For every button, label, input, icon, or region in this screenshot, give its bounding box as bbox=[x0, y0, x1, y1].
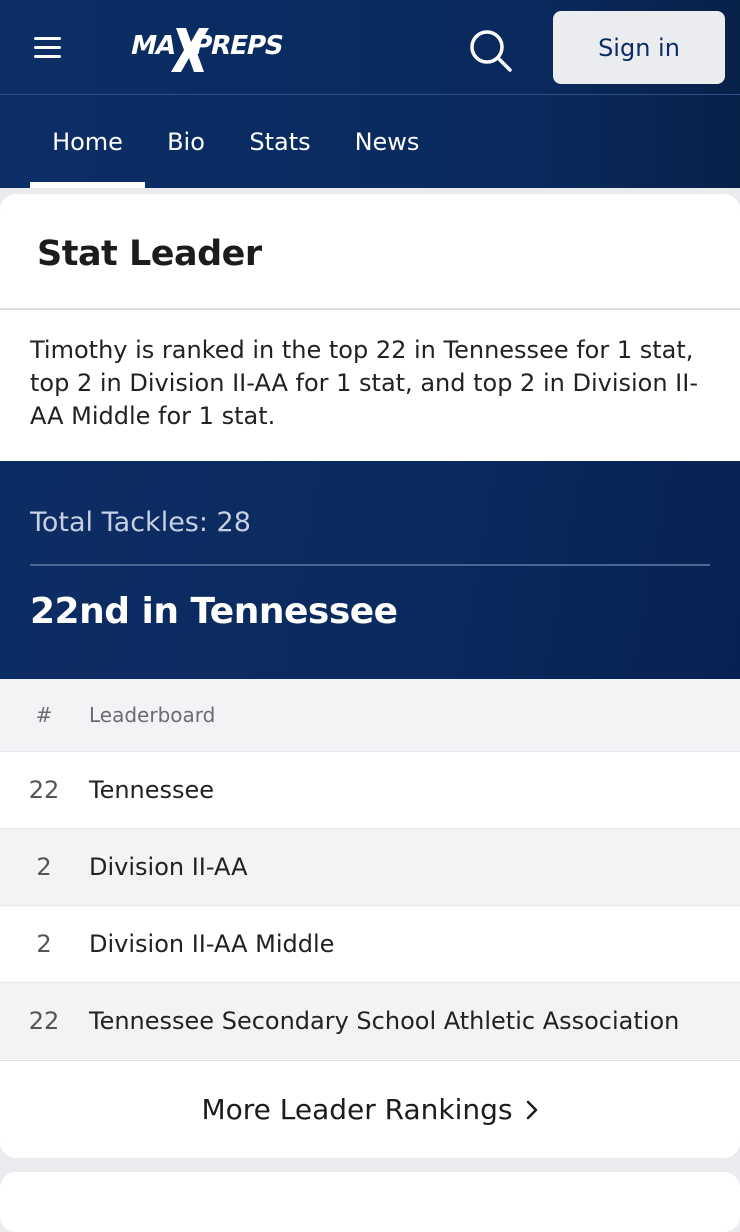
leaderboard-cell: Division II-AA Middle bbox=[89, 930, 335, 958]
rank-cell: 2 bbox=[36, 930, 52, 958]
tab-home[interactable]: Home bbox=[30, 96, 145, 188]
tab-news[interactable]: News bbox=[347, 96, 427, 188]
divider bbox=[0, 308, 740, 310]
stat-leader-card: Stat Leader Timothy is ranked in the top… bbox=[0, 194, 740, 1158]
card-title: Stat Leader bbox=[37, 234, 262, 274]
leaderboard-cell: Tennessee bbox=[89, 776, 215, 804]
stat-banner: Total Tackles: 28 22nd in Tennessee bbox=[0, 461, 740, 679]
rank-cell: 22 bbox=[28, 776, 60, 804]
banner-divider bbox=[30, 564, 710, 566]
more-leader-rankings-label: More Leader Rankings bbox=[201, 1093, 513, 1126]
rank-cell: 2 bbox=[36, 853, 52, 881]
stat-label: Total Tackles: 28 bbox=[30, 507, 251, 538]
tab-bio[interactable]: Bio bbox=[158, 96, 214, 188]
search-icon[interactable] bbox=[466, 26, 514, 74]
rank-cell: 22 bbox=[28, 1007, 60, 1035]
table-row[interactable]: 22 Tennessee bbox=[0, 751, 740, 828]
leaderboard-table: # Leaderboard 22 Tennessee 2 Division II… bbox=[0, 679, 740, 1059]
table-row[interactable]: 22 Tennessee Secondary School Athletic A… bbox=[0, 982, 740, 1059]
more-leader-rankings-link[interactable]: More Leader Rankings bbox=[0, 1060, 740, 1158]
chevron-right-icon bbox=[526, 1100, 537, 1119]
hamburger-menu-icon[interactable] bbox=[34, 36, 62, 60]
rank-headline: 22nd in Tennessee bbox=[30, 591, 398, 632]
svg-text:MA: MA bbox=[128, 31, 180, 61]
leaderboard-cell: Division II-AA bbox=[89, 853, 248, 881]
column-header-rank: # bbox=[35, 703, 53, 727]
profile-tabs: Home Bio Stats News bbox=[0, 96, 740, 188]
sign-in-button[interactable]: Sign in bbox=[553, 11, 725, 84]
maxpreps-logo[interactable]: MA PREPS bbox=[124, 22, 294, 76]
table-row[interactable]: 2 Division II-AA bbox=[0, 828, 740, 905]
site-header: MA PREPS Sign in Home Bio Stats News bbox=[0, 0, 740, 188]
top-bar: MA PREPS Sign in bbox=[0, 0, 740, 95]
leaderboard-cell: Tennessee Secondary School Athletic Asso… bbox=[89, 1007, 680, 1035]
next-card bbox=[0, 1172, 740, 1232]
column-header-leaderboard: Leaderboard bbox=[89, 703, 216, 727]
table-row[interactable]: 2 Division II-AA Middle bbox=[0, 905, 740, 982]
table-header: # Leaderboard bbox=[0, 679, 740, 751]
ranking-summary: Timothy is ranked in the top 22 in Tenne… bbox=[30, 336, 698, 430]
tab-stats[interactable]: Stats bbox=[241, 96, 319, 188]
